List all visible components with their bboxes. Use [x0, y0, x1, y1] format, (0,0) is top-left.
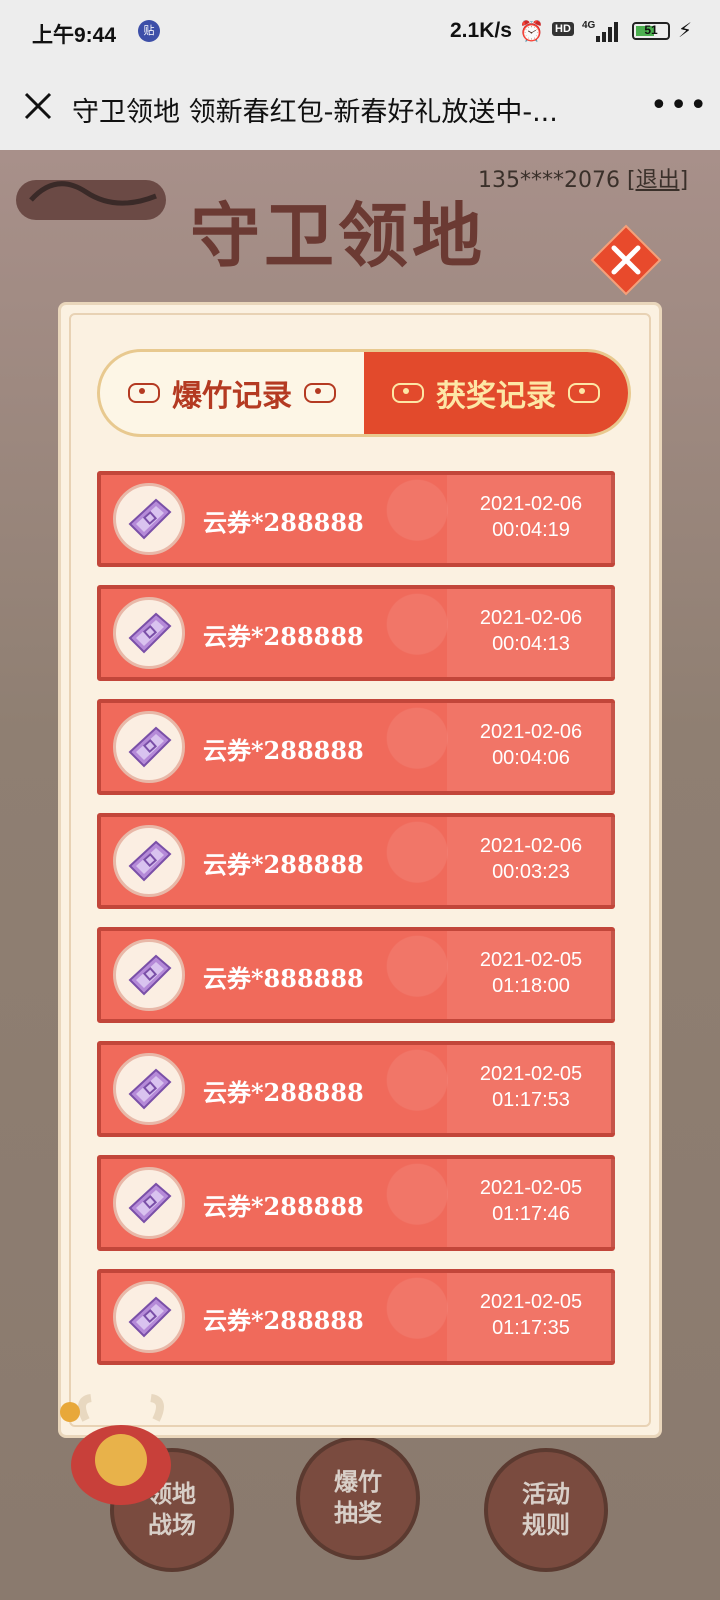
cloud-voucher-icon: [113, 939, 185, 1011]
prize-name: 云券*288888: [203, 736, 364, 765]
battery-level: 51: [644, 23, 658, 37]
prize-date: 2021-02-05: [479, 949, 583, 971]
prize-date: 2021-02-05: [479, 1291, 583, 1313]
ornament-icon: [304, 383, 336, 403]
prize-record-row: 云券*288888 2021-02-05 01:17:35: [97, 1269, 617, 1365]
logout-link[interactable]: [退出]: [627, 168, 688, 193]
cloud-voucher-icon: [113, 711, 185, 783]
ornament-icon: [568, 383, 600, 403]
record-tabs: 爆竹记录 获奖记录: [97, 349, 631, 437]
prize-time: 00:04:06: [492, 747, 570, 769]
prize-time: 01:17:46: [492, 1203, 570, 1225]
prize-record-row: 云券*888888 2021-02-05 01:18:00: [97, 927, 617, 1023]
page-title: 守卫领地 领新春红包-新春好礼放送中-...: [72, 97, 558, 128]
cloud-voucher-icon: [113, 597, 185, 669]
prize-name: 云券*288888: [203, 1078, 364, 1107]
prize-record-list: 云券*288888 2021-02-06 00:04:19 云券*288888 2021…: [97, 471, 617, 1383]
prize-date: 2021-02-05: [479, 1063, 583, 1085]
prize-time: 01:17:35: [492, 1317, 570, 1339]
background-title: 守卫领地: [190, 194, 486, 277]
prize-record-modal: 爆竹记录 获奖记录 云券*288888 2021-02-06 00:04:19 云券*…: [58, 302, 662, 1438]
network-type-label: 4G: [582, 20, 596, 31]
prize-record-row: 云券*288888 2021-02-06 00:04:13: [97, 585, 617, 681]
alarm-icon: ⏰: [519, 21, 544, 43]
cloud-voucher-icon: [113, 825, 185, 897]
prize-date: 2021-02-06: [479, 493, 583, 515]
prize-record-row: 云券*288888 2021-02-06 00:04:06: [97, 699, 617, 795]
tab-prize-record[interactable]: 获奖记录: [364, 352, 628, 434]
close-icon[interactable]: [18, 86, 58, 126]
cloud-voucher-icon: [113, 1053, 185, 1125]
game-logo-icon: [16, 180, 166, 220]
prize-time: 01:18:00: [492, 975, 570, 997]
prize-time: 00:04:19: [492, 519, 570, 541]
tab-firecracker-record[interactable]: 爆竹记录: [100, 352, 364, 434]
prize-name: 云券*288888: [203, 1306, 364, 1335]
ox-mascot-icon: [60, 1394, 171, 1505]
status-time: 上午9:44: [32, 24, 117, 47]
prize-name: 云券*288888: [203, 850, 364, 879]
prize-date: 2021-02-06: [479, 607, 583, 629]
network-speed: 2.1K/s: [450, 19, 512, 42]
prize-name: 云券*888888: [203, 964, 364, 993]
tab-label: 获奖记录: [436, 379, 556, 414]
signal-icon: 4G: [582, 20, 618, 42]
more-options-button[interactable]: •••: [650, 88, 709, 123]
firecracker-lottery-button[interactable]: 爆竹 抽奖: [296, 1436, 420, 1560]
prize-name: 云券*288888: [203, 508, 364, 537]
user-phone: 135****2076: [478, 168, 620, 193]
prize-time: 01:17:53: [492, 1089, 570, 1111]
cloud-voucher-icon: [113, 1167, 185, 1239]
prize-record-row: 云券*288888 2021-02-06 00:03:23: [97, 813, 617, 909]
notification-badge-icon: 贴: [138, 20, 160, 42]
browser-title-bar: 守卫领地 领新春红包-新春好礼放送中-... •••: [0, 64, 720, 150]
user-info: 135****2076 [退出]: [478, 162, 688, 194]
battery-icon: 51: [632, 22, 670, 40]
prize-date: 2021-02-06: [479, 721, 583, 743]
charging-icon: ⚡: [678, 20, 693, 42]
prize-record-row: 云券*288888 2021-02-05 01:17:53: [97, 1041, 617, 1137]
prize-record-row: 云券*288888 2021-02-06 00:04:19: [97, 471, 617, 567]
prize-name: 云券*288888: [203, 622, 364, 651]
hd-badge: HD: [552, 22, 574, 36]
modal-close-icon[interactable]: [590, 224, 662, 296]
prize-date: 2021-02-05: [479, 1177, 583, 1199]
status-bar: 上午9:44 贴 2.1K/s ⏰ HD 4G 51 ⚡: [0, 0, 720, 64]
prize-time: 00:03:23: [492, 861, 570, 883]
activity-rules-button[interactable]: 活动 规则: [484, 1448, 608, 1572]
cloud-voucher-icon: [113, 1281, 185, 1353]
prize-record-row: 云券*288888 2021-02-05 01:17:46: [97, 1155, 617, 1251]
ornament-icon: [392, 383, 424, 403]
tab-label: 爆竹记录: [172, 379, 292, 414]
ornament-icon: [128, 383, 160, 403]
prize-date: 2021-02-06: [479, 835, 583, 857]
cloud-voucher-icon: [113, 483, 185, 555]
prize-time: 00:04:13: [492, 633, 570, 655]
prize-name: 云券*288888: [203, 1192, 364, 1221]
